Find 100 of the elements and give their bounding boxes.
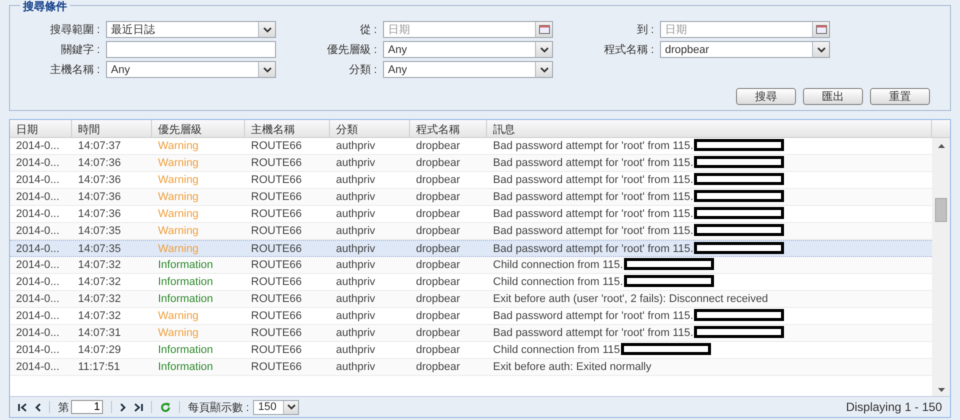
- field-label: 主機名稱 :: [48, 62, 100, 77]
- table-cell-text: Warning: [157, 207, 200, 222]
- message-text: Bad password attempt for 'root' from 115.: [493, 327, 694, 339]
- table-cell-text: dropbear: [415, 156, 462, 171]
- table-cell-text: ROUTE66: [250, 139, 303, 154]
- action-button[interactable]: 重置: [870, 88, 930, 105]
- page-size-label: 每頁顯示數 :: [188, 400, 250, 414]
- message-text: Exit before auth: Exited normally: [493, 361, 652, 373]
- log-row[interactable]: 2014-0... 14:07:36 Warning ROUTE66 authpriv dropbear Bad password attempt for 'root' from 115.: [10, 189, 932, 206]
- date-field[interactable]: 日期: [660, 21, 830, 38]
- table-cell-text: ROUTE66: [250, 292, 303, 307]
- column-header[interactable]: 優先層級: [152, 120, 245, 137]
- table-cell-text: 2014-0...: [15, 242, 60, 256]
- combo-box[interactable]: Any: [106, 61, 276, 78]
- table-cell-text: 14:07:36: [77, 173, 122, 188]
- table-cell-text: ROUTE66: [250, 343, 303, 358]
- table-cell-text: Warning: [157, 139, 200, 154]
- table-cell-text: dropbear: [415, 207, 462, 222]
- message-text: Bad password attempt for 'root' from 115.: [493, 310, 694, 322]
- table-cell-text: Warning: [157, 173, 200, 188]
- column-header[interactable]: 程式名稱: [410, 120, 487, 137]
- keyword-field[interactable]: [106, 41, 276, 58]
- message-text: Bad password attempt for 'root' from 115.: [493, 174, 694, 186]
- previous-page-icon[interactable]: [35, 402, 41, 412]
- table-cell-text: 14:07:32: [77, 258, 122, 273]
- column-header[interactable]: 訊息: [487, 120, 932, 137]
- table-cell-text: authpriv: [335, 173, 376, 188]
- table-cell-text: dropbear: [415, 360, 462, 375]
- table-cell-text: authpriv: [335, 360, 376, 375]
- table-cell-text: Information: [157, 292, 214, 307]
- table-cell-text: ROUTE66: [250, 360, 303, 375]
- log-row[interactable]: 2014-0... 11:17:51 Information ROUTE66 authpriv dropbear Exit before auth: Exited normally: [10, 359, 932, 376]
- date-field[interactable]: 日期: [383, 21, 553, 38]
- log-row[interactable]: 2014-0... 14:07:35 Warning ROUTE66 authpriv dropbear Bad password attempt for 'root' from 115.: [10, 223, 932, 240]
- log-row[interactable]: 2014-0... 14:07:35 Warning ROUTE66 authpriv dropbear Bad password attempt for 'root' from 115.: [10, 240, 932, 257]
- log-row[interactable]: 2014-0... 14:07:36 Warning ROUTE66 authpriv dropbear Bad password attempt for 'root' from 115.: [10, 172, 932, 189]
- log-row[interactable]: 2014-0... 14:07:37 Warning ROUTE66 authpriv dropbear Bad password attempt for 'root' from 115.: [10, 138, 932, 155]
- refresh-icon[interactable]: [160, 402, 171, 412]
- log-row[interactable]: 2014-0... 14:07:32 Information ROUTE66 authpriv dropbear Child connection from 115.: [10, 274, 932, 291]
- column-header[interactable]: 時間: [72, 120, 152, 137]
- table-cell-text: authpriv: [335, 156, 376, 171]
- table-cell-text: ROUTE66: [250, 242, 303, 256]
- table-cell-text: authpriv: [335, 275, 376, 290]
- combo-box[interactable]: Any: [383, 41, 553, 58]
- next-page-icon[interactable]: [120, 402, 126, 412]
- message-text: Child connection from 115.: [493, 276, 624, 288]
- field-label: 程式名稱 :: [602, 43, 654, 57]
- table-cell-text: 2014-0...: [15, 343, 60, 358]
- action-button[interactable]: 匯出: [803, 88, 863, 105]
- combo-box[interactable]: 最近日誌: [106, 21, 276, 38]
- table-cell-text: dropbear: [415, 275, 462, 290]
- table-cell-text: Warning: [157, 242, 200, 256]
- table-cell-text: authpriv: [335, 139, 376, 154]
- combo-box[interactable]: Any: [383, 61, 553, 78]
- scroll-thumb[interactable]: [935, 198, 947, 222]
- message-text: Bad password attempt for 'root' from 115.: [493, 243, 694, 255]
- log-row[interactable]: 2014-0... 14:07:32 Information ROUTE66 authpriv dropbear Child connection from 115.: [10, 257, 932, 274]
- scroll-down-icon[interactable]: [938, 388, 944, 392]
- date-input[interactable]: 日期: [384, 22, 535, 37]
- message-text: Bad password attempt for 'root' from 115.: [493, 191, 694, 203]
- table-cell-text: 2014-0...: [15, 309, 60, 324]
- combo-box[interactable]: dropbear: [660, 41, 830, 58]
- message-text: Exit before auth (user 'root', 2 fails): Disconnect received: [493, 293, 768, 305]
- log-row[interactable]: 2014-0... 14:07:36 Warning ROUTE66 authpriv dropbear Bad password attempt for 'root' from 115.: [10, 206, 932, 223]
- panel-legend: 搜尋條件: [20, 0, 70, 14]
- table-cell-text: dropbear: [415, 242, 462, 256]
- table-cell-text: authpriv: [335, 224, 376, 239]
- action-button[interactable]: 搜尋: [736, 88, 796, 105]
- first-page-icon[interactable]: [18, 402, 27, 412]
- log-row[interactable]: 2014-0... 14:07:29 Information ROUTE66 authpriv dropbear Child connection from 115: [10, 342, 932, 359]
- log-row[interactable]: 2014-0... 14:07:32 Warning ROUTE66 authpriv dropbear Bad password attempt for 'root' from 115.: [10, 308, 932, 325]
- log-row[interactable]: 2014-0... 14:07:32 Information ROUTE66 authpriv dropbear Exit before auth (user 'root', 2 fails): Disconnect received: [10, 291, 932, 308]
- field-label: 優先層級 :: [326, 43, 377, 57]
- table-cell-text: 14:07:36: [77, 190, 122, 205]
- scrollbar[interactable]: [932, 138, 950, 396]
- table-cell-text: 2014-0...: [15, 173, 60, 188]
- page-label: 第: [58, 400, 69, 414]
- table-cell-text: 14:07:32: [77, 275, 122, 290]
- table-cell-text: dropbear: [415, 190, 462, 205]
- log-row[interactable]: 2014-0... 14:07:31 Warning ROUTE66 authpriv dropbear Bad password attempt for 'root' from 115.: [10, 325, 932, 342]
- table-cell-text: dropbear: [415, 224, 462, 239]
- column-header[interactable]: 主機名稱: [245, 120, 330, 137]
- table-cell-text: Information: [157, 258, 214, 273]
- page-size-combo[interactable]: 150: [253, 400, 300, 414]
- column-header[interactable]: 日期: [10, 120, 72, 137]
- table-cell-text: Warning: [157, 309, 200, 324]
- table-cell-text: ROUTE66: [250, 190, 303, 205]
- last-page-icon[interactable]: [134, 402, 143, 412]
- field-label: 搜尋範圍 :: [48, 23, 100, 37]
- page-field[interactable]: 1: [71, 400, 103, 414]
- calendar-icon: [538, 25, 550, 34]
- table-cell-text: dropbear: [415, 309, 462, 324]
- log-row[interactable]: 2014-0... 14:07:36 Warning ROUTE66 authpriv dropbear Bad password attempt for 'root' from 115.: [10, 155, 932, 172]
- column-header[interactable]: 分類: [330, 120, 410, 137]
- date-input[interactable]: 日期: [661, 22, 812, 37]
- caret-icon: [540, 46, 548, 52]
- table-cell-text: 14:07:35: [77, 242, 122, 256]
- message-text: Bad password attempt for 'root' from 115.: [493, 225, 694, 237]
- table-cell-text: dropbear: [415, 139, 462, 154]
- scroll-up-icon[interactable]: [938, 144, 944, 148]
